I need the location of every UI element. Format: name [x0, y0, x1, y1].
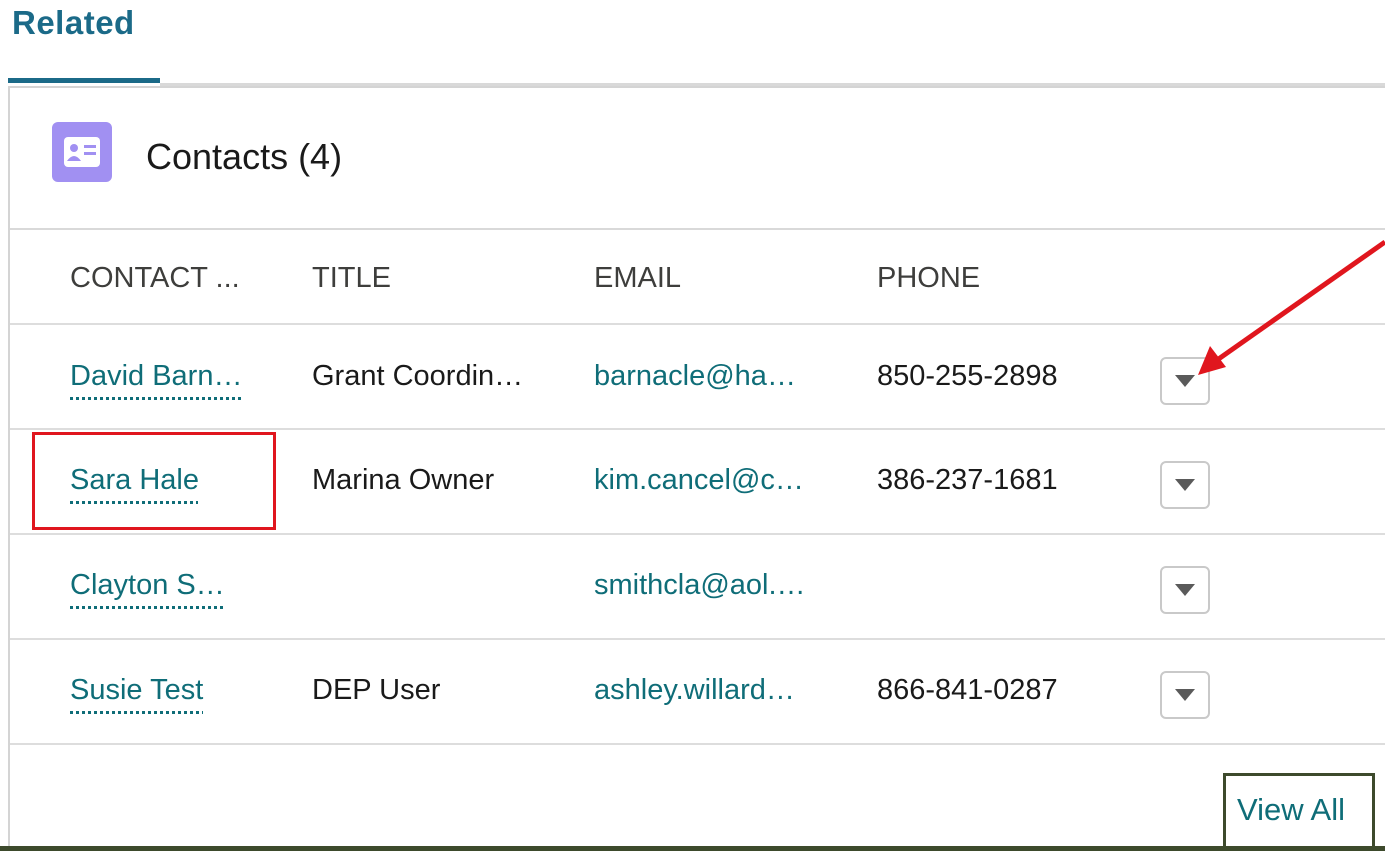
chevron-down-icon: [1175, 689, 1195, 701]
row-divider: [10, 638, 1385, 640]
contact-name-link[interactable]: Susie Test: [70, 674, 203, 706]
column-header-phone[interactable]: PHONE: [877, 262, 980, 295]
row-divider: [1140, 428, 1385, 430]
row-actions-dropdown-button[interactable]: [1160, 566, 1210, 614]
chevron-down-icon: [1175, 584, 1195, 596]
column-header-contact-name[interactable]: CONTACT ...: [70, 262, 240, 295]
row-divider: [10, 428, 1140, 430]
contact-email-link[interactable]: ashley.willard…: [594, 674, 795, 707]
contact-title: Marina Owner: [312, 464, 495, 496]
row-actions-dropdown-button[interactable]: [1160, 671, 1210, 719]
contact-email-link[interactable]: barnacle@ha…: [594, 360, 796, 393]
table-row: Susie Test: [70, 674, 203, 707]
email-link-text[interactable]: barnacle@ha…: [594, 360, 796, 392]
email-link-text[interactable]: ashley.willard…: [594, 674, 795, 706]
email-link-text[interactable]: smithcla@aol.…: [594, 569, 806, 601]
row-actions-dropdown-button[interactable]: [1160, 461, 1210, 509]
contact-phone: 386-237-1681: [877, 464, 1058, 496]
contact-name-link[interactable]: David Barn…: [70, 360, 242, 392]
table-row: Clayton S…: [70, 569, 225, 602]
bottom-border: [0, 846, 1385, 851]
column-header-email[interactable]: EMAIL: [594, 262, 681, 295]
contact-title: Grant Coordin…: [312, 360, 524, 392]
contact-phone: 850-255-2898: [877, 360, 1058, 392]
contact-card-icon: [52, 122, 112, 182]
contact-phone: 866-841-0287: [877, 674, 1058, 706]
chevron-down-icon: [1175, 479, 1195, 491]
table-row: David Barn…: [70, 360, 242, 393]
tab-related[interactable]: Related: [12, 4, 135, 42]
card-header: Contacts (4): [10, 88, 1385, 230]
contact-name-link[interactable]: Clayton S…: [70, 569, 225, 601]
row-divider: [10, 533, 1385, 535]
tab-active-indicator: [8, 78, 160, 83]
contact-email-link[interactable]: smithcla@aol.…: [594, 569, 806, 602]
email-link-text[interactable]: kim.cancel@c…: [594, 464, 804, 496]
row-divider: [10, 323, 1385, 325]
annotation-highlight-box: [32, 432, 276, 530]
row-divider: [10, 743, 1385, 745]
card-title[interactable]: Contacts (4): [146, 136, 342, 178]
contact-title: DEP User: [312, 674, 441, 706]
contact-email-link[interactable]: kim.cancel@c…: [594, 464, 804, 497]
column-header-title[interactable]: TITLE: [312, 262, 391, 295]
annotation-arrow-icon: [1198, 239, 1385, 375]
view-all-link[interactable]: View All: [1237, 792, 1345, 828]
